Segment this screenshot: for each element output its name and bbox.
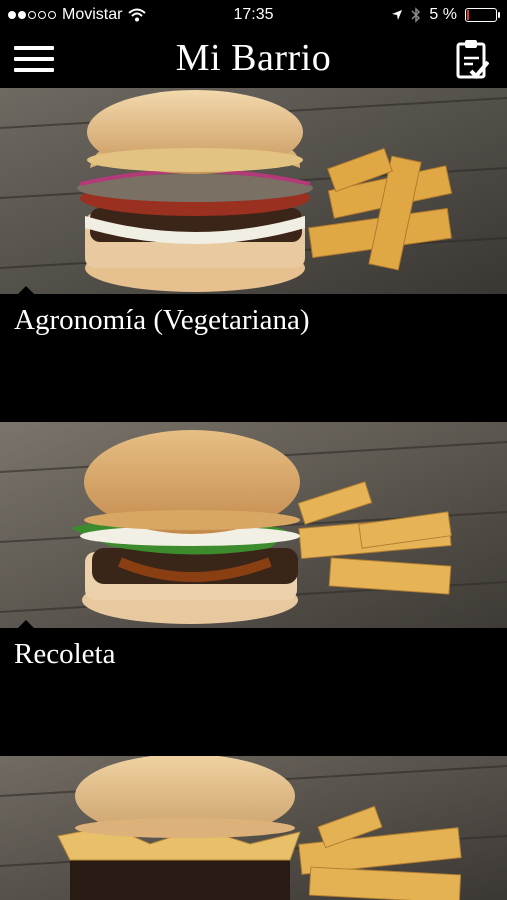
card-title: Recoleta — [14, 638, 116, 670]
restaurant-card[interactable] — [0, 756, 507, 900]
burger-photo — [0, 422, 507, 628]
restaurant-card[interactable]: Agronomía (Vegetariana) — [0, 88, 507, 420]
battery-icon — [465, 8, 500, 22]
burger-photo — [0, 88, 507, 294]
card-pointer — [18, 286, 34, 294]
battery-percent: 5 % — [429, 6, 457, 23]
battery-level-fill — [467, 10, 469, 20]
navigation-bar: Mi Barrio — [0, 30, 507, 88]
status-bar: Movistar 17:35 5 % — [0, 0, 507, 30]
page-title: Mi Barrio — [175, 37, 332, 79]
card-pointer — [18, 620, 34, 628]
bluetooth-icon — [411, 7, 421, 23]
burger-photo — [0, 756, 507, 900]
location-arrow-icon — [392, 10, 403, 20]
restaurant-card[interactable]: Recoleta — [0, 422, 507, 754]
status-right-group: 5 % — [391, 6, 500, 24]
clipboard-check-icon[interactable] — [455, 38, 489, 80]
card-title: Agronomía (Vegetariana) — [14, 304, 310, 336]
